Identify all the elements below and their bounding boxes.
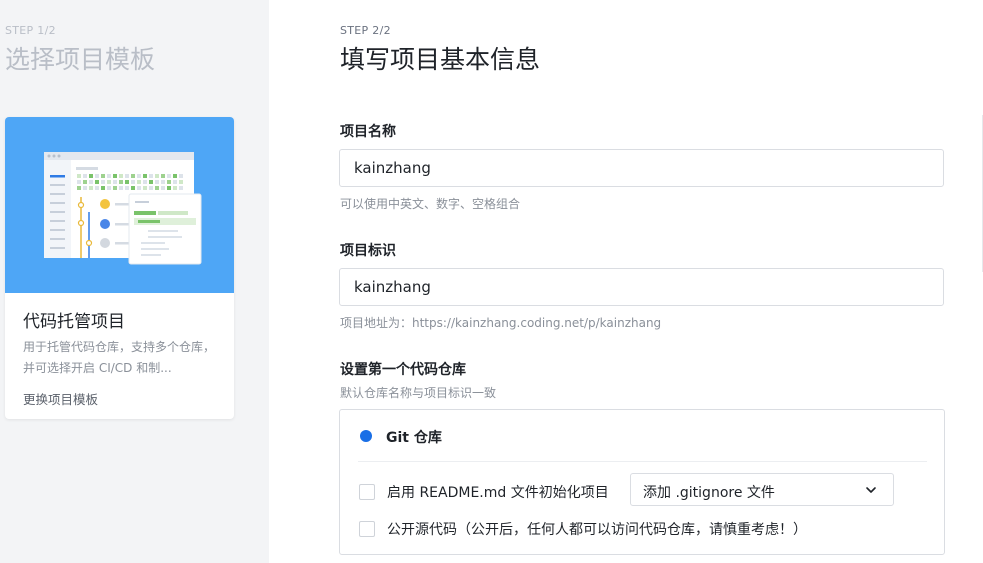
step-label: STEP 1/2	[5, 24, 56, 37]
project-id-label: 项目标识	[340, 243, 396, 259]
chevron-down-icon	[866, 487, 876, 493]
project-name-label: 项目名称	[340, 124, 396, 140]
readme-checkbox[interactable]	[359, 484, 375, 500]
template-card-description: 用于托管代码仓库，支持多个仓库，并可选择开启 CI/CD 和制...	[23, 340, 216, 375]
template-illustration	[5, 117, 234, 293]
code-hosting-illustration	[44, 152, 202, 265]
first-repo-label: 设置第一个代码仓库	[340, 362, 466, 378]
template-card[interactable]: 代码托管项目 用于托管代码仓库，支持多个仓库，并可选择开启 CI/CD 和制..…	[5, 117, 234, 419]
readme-option-label: 启用 README.md 文件初始化项目	[387, 485, 609, 501]
template-panel: STEP 1/2 选择项目模板 代码托管项目 用于托管代码仓库，支持多个仓库，并…	[0, 0, 269, 563]
project-name-hint: 可以使用中英文、数字、空格组合	[340, 197, 521, 211]
open-source-checkbox[interactable]	[359, 521, 375, 537]
git-repo-label: Git 仓库	[386, 430, 442, 446]
git-repo-radio[interactable]	[360, 430, 372, 442]
open-source-option-label: 公开源代码（公开后，任何人都可以访问代码仓库，请慎重考虑！）	[387, 522, 807, 538]
project-name-input[interactable]	[339, 149, 944, 187]
gitignore-select[interactable]: 添加 .gitignore 文件	[630, 473, 894, 506]
repo-settings-box: Git 仓库 启用 README.md 文件初始化项目 添加 .gitignor…	[339, 409, 945, 555]
project-id-input[interactable]	[339, 268, 944, 306]
step-title: 选择项目模板	[5, 45, 156, 74]
first-repo-hint: 默认仓库名称与项目标识一致	[340, 386, 497, 400]
step-label-current: STEP 2/2	[340, 24, 391, 37]
gitignore-select-value: 添加 .gitignore 文件	[643, 485, 775, 501]
template-card-title: 代码托管项目	[23, 312, 125, 332]
repo-divider	[358, 461, 927, 462]
change-template-link[interactable]: 更换项目模板	[23, 389, 98, 408]
step-title-current: 填写项目基本信息	[340, 45, 541, 74]
project-url-hint: 项目地址为：https://kainzhang.coding.net/p/kai…	[340, 316, 662, 330]
